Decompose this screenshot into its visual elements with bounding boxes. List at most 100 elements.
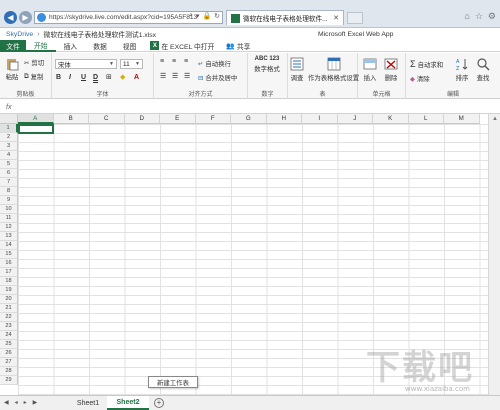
breadcrumb-skydrive[interactable]: SkyDrive: [6, 31, 33, 38]
survey-button[interactable]: 调查: [290, 57, 304, 82]
column-header[interactable]: C: [89, 114, 125, 124]
search-icon[interactable]: ⌕: [189, 12, 193, 20]
document-name[interactable]: 微软在线电子表格处理软件测试1.xlsx: [44, 29, 157, 39]
tab-view[interactable]: 视图: [115, 40, 145, 52]
wrap-text-button[interactable]: ↵ 自动换行: [198, 59, 231, 69]
underline-button[interactable]: U: [81, 74, 86, 81]
column-header[interactable]: E: [160, 114, 196, 124]
column-header[interactable]: J: [337, 114, 373, 124]
align-bottom-icon[interactable]: ≡: [184, 58, 188, 65]
scroll-up-icon[interactable]: ▲: [489, 114, 500, 124]
autosum-button[interactable]: Σ 自动求和: [410, 59, 443, 69]
share-button[interactable]: 👥 共享: [220, 41, 256, 51]
refresh-icon[interactable]: ↻: [214, 12, 220, 20]
row-header[interactable]: 10: [0, 205, 18, 214]
align-middle-icon[interactable]: ≡: [172, 58, 176, 65]
column-header[interactable]: I: [302, 114, 338, 124]
fill-color-icon[interactable]: ◆: [120, 73, 125, 81]
align-left-icon[interactable]: ☰: [160, 72, 166, 80]
font-color-icon[interactable]: A: [134, 74, 139, 81]
column-header[interactable]: A: [18, 114, 54, 124]
row-header[interactable]: 24: [0, 331, 18, 340]
active-cell-a1[interactable]: [18, 124, 54, 134]
row-header[interactable]: 11: [0, 214, 18, 223]
row-header[interactable]: 22: [0, 313, 18, 322]
row-header[interactable]: 7: [0, 178, 18, 187]
font-size-select[interactable]: 11 ▼: [120, 59, 143, 69]
select-all-corner[interactable]: [0, 114, 18, 124]
row-header[interactable]: 26: [0, 349, 18, 358]
dropdown-icon[interactable]: ▾: [196, 12, 200, 20]
home-icon[interactable]: ⌂: [464, 11, 469, 22]
row-header[interactable]: 25: [0, 340, 18, 349]
column-header[interactable]: L: [408, 114, 444, 124]
vertical-scrollbar[interactable]: ▲: [488, 114, 500, 395]
row-header[interactable]: 16: [0, 259, 18, 268]
row-header[interactable]: 18: [0, 277, 18, 286]
column-header[interactable]: H: [266, 114, 302, 124]
sheet-tab-sheet1[interactable]: Sheet1: [70, 396, 106, 410]
paste-button[interactable]: 粘贴: [5, 57, 19, 81]
row-header[interactable]: 3: [0, 142, 18, 151]
delete-cells-button[interactable]: 删除: [384, 57, 398, 82]
format-as-table-button[interactable]: 作为表格格式设置: [308, 57, 359, 82]
row-header[interactable]: 28: [0, 367, 18, 376]
new-tab-button[interactable]: [347, 12, 363, 24]
clear-button[interactable]: ◆ 清除: [410, 74, 430, 84]
back-icon[interactable]: ◀: [4, 11, 17, 24]
column-header[interactable]: K: [373, 114, 409, 124]
double-underline-button[interactable]: D: [93, 74, 98, 81]
sheet-tab-sheet2[interactable]: Sheet2: [107, 396, 149, 410]
tab-insert[interactable]: 插入: [56, 40, 86, 52]
row-header[interactable]: 14: [0, 241, 18, 250]
row-header[interactable]: 29: [0, 376, 18, 385]
find-button[interactable]: 查找: [476, 57, 490, 82]
close-icon[interactable]: ✕: [333, 14, 339, 22]
font-name-select[interactable]: 宋体 ▼: [55, 59, 117, 69]
italic-button[interactable]: I: [69, 74, 71, 81]
first-sheet-icon[interactable]: ◀: [4, 399, 9, 406]
column-header[interactable]: M: [444, 114, 480, 124]
copy-button[interactable]: ⧉ 复制: [24, 72, 43, 82]
browser-tab[interactable]: 微软在线电子表格处理软件... ✕: [226, 10, 344, 25]
row-header[interactable]: 4: [0, 151, 18, 160]
prev-sheet-icon[interactable]: ◂: [15, 399, 18, 406]
row-header[interactable]: 21: [0, 304, 18, 313]
column-header[interactable]: D: [124, 114, 160, 124]
row-header[interactable]: 23: [0, 322, 18, 331]
row-header[interactable]: 6: [0, 169, 18, 178]
tab-data[interactable]: 数据: [85, 40, 115, 52]
next-sheet-icon[interactable]: ▸: [24, 399, 27, 406]
column-header[interactable]: G: [231, 114, 267, 124]
menu-file[interactable]: 文件: [0, 39, 26, 52]
add-sheet-icon[interactable]: +: [154, 398, 164, 408]
row-header[interactable]: 1: [0, 124, 18, 133]
cut-button[interactable]: ✂ 剪切: [24, 58, 44, 68]
row-header[interactable]: 9: [0, 196, 18, 205]
forward-icon[interactable]: ▶: [19, 11, 32, 24]
row-header[interactable]: 8: [0, 187, 18, 196]
row-header[interactable]: 5: [0, 160, 18, 169]
last-sheet-icon[interactable]: ▶: [33, 399, 38, 406]
column-header[interactable]: F: [195, 114, 231, 124]
formula-input[interactable]: [20, 103, 496, 112]
row-header[interactable]: 15: [0, 250, 18, 259]
align-center-icon[interactable]: ☰: [172, 72, 178, 80]
gear-icon[interactable]: ⚙: [488, 11, 496, 22]
row-header[interactable]: 12: [0, 223, 18, 232]
star-icon[interactable]: ☆: [475, 11, 483, 22]
row-header[interactable]: 27: [0, 358, 18, 367]
row-header[interactable]: 17: [0, 268, 18, 277]
align-top-icon[interactable]: ≡: [160, 58, 164, 65]
insert-cells-button[interactable]: 插入: [363, 57, 377, 82]
merge-center-button[interactable]: ⊟ 合并及居中: [198, 73, 237, 83]
row-header[interactable]: 2: [0, 133, 18, 142]
bold-button[interactable]: B: [56, 74, 61, 81]
number-format-button[interactable]: ABC 123 数字格式: [251, 56, 283, 73]
sort-button[interactable]: AZ 排序: [455, 57, 469, 82]
align-right-icon[interactable]: ☰: [184, 72, 190, 80]
row-header[interactable]: 19: [0, 286, 18, 295]
tab-home[interactable]: 开始: [26, 40, 56, 52]
row-header[interactable]: 20: [0, 295, 18, 304]
borders-icon[interactable]: ⊞: [106, 73, 112, 81]
